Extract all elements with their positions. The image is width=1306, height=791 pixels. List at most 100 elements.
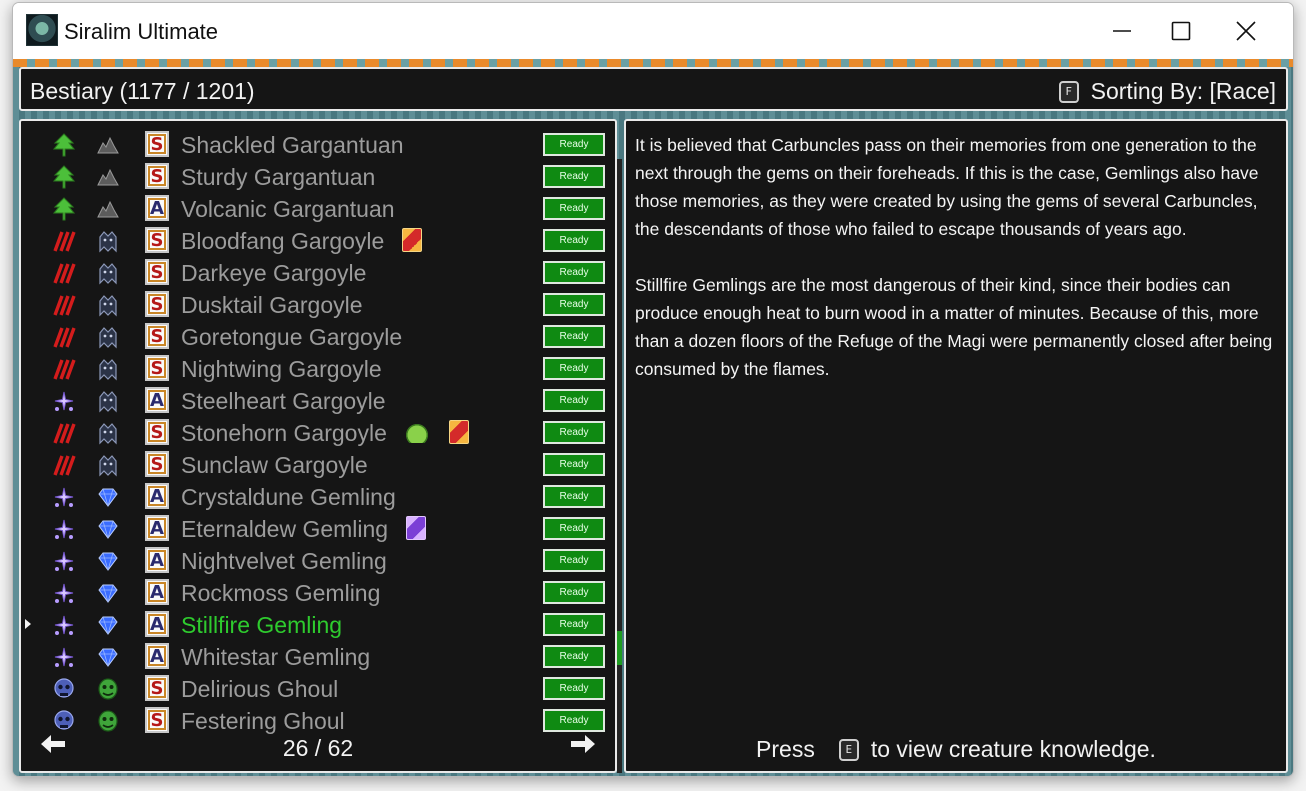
tier-badge-icon: S <box>145 707 169 733</box>
tier-badge-icon: S <box>145 291 169 317</box>
ready-badge: Ready <box>543 325 605 348</box>
creature-row[interactable]: S Sunclaw Gargoyle Ready <box>21 448 615 480</box>
chaos-claw-icon <box>52 357 76 381</box>
ready-badge: Ready <box>543 613 605 636</box>
ready-badge: Ready <box>543 645 605 668</box>
tier-letter: S <box>150 293 164 315</box>
lore-paragraph: Stillfire Gemlings are the most dangerou… <box>635 275 1273 379</box>
creature-row[interactable]: A Crystaldune Gemling Ready <box>21 480 615 512</box>
list-scrollbar-thumb[interactable] <box>617 631 622 665</box>
tier-badge-icon: A <box>145 547 169 573</box>
tier-letter: A <box>150 613 164 635</box>
chaos-claw-icon <box>52 421 76 445</box>
tier-badge-icon: A <box>145 195 169 221</box>
creature-row[interactable]: S Goretongue Gargoyle Ready <box>21 320 615 352</box>
close-button[interactable] <box>1217 3 1275 59</box>
tier-badge-icon: S <box>145 355 169 381</box>
game-viewport: Bestiary (1177 / 1201) F Sorting By: [Ra… <box>13 59 1293 776</box>
sorcery-sparkle-icon <box>52 581 76 605</box>
keyboard-key-icon: E <box>838 738 859 761</box>
ready-badge: Ready <box>543 357 605 380</box>
creature-name: Crystaldune Gemling <box>181 484 396 510</box>
title-bar[interactable]: Siralim Ultimate <box>13 3 1293 59</box>
selection-cursor-icon <box>25 619 31 629</box>
gargoyle-icon <box>96 293 120 317</box>
minimize-icon <box>1113 30 1131 32</box>
ready-badge: Ready <box>543 261 605 284</box>
ready-badge: Ready <box>543 197 605 220</box>
creature-row[interactable]: A Rockmoss Gemling Ready <box>21 576 615 608</box>
arrow-right-icon[interactable] <box>569 733 597 755</box>
tier-letter: A <box>150 645 164 667</box>
tier-letter: A <box>150 485 164 507</box>
tier-letter: A <box>150 549 164 571</box>
app-icon <box>26 14 58 46</box>
gargoyle-icon <box>96 357 120 381</box>
sorcery-sparkle-icon <box>52 645 76 669</box>
creature-name: Stillfire Gemling <box>181 612 343 638</box>
creature-name: Rockmoss Gemling <box>181 580 381 606</box>
chaos-claw-icon <box>52 261 76 285</box>
nature-tree-icon <box>52 197 76 221</box>
creature-row[interactable]: S Stonehorn Gargoyle Ready <box>21 416 615 448</box>
creature-row[interactable]: S Darkeye Gargoyle Ready <box>21 256 615 288</box>
red-card-icon <box>402 228 423 252</box>
creature-row[interactable]: A Whitestar Gemling Ready <box>21 640 615 672</box>
sorcery-sparkle-icon <box>52 485 76 509</box>
creature-name: Volcanic Gargantuan <box>181 196 395 222</box>
maximize-button[interactable] <box>1152 3 1210 59</box>
ready-badge: Ready <box>543 581 605 604</box>
tier-badge-icon: S <box>145 323 169 349</box>
creature-row[interactable]: S Shackled Gargantuan Ready <box>21 128 615 160</box>
tier-letter: S <box>150 165 164 187</box>
creature-extras <box>404 420 469 444</box>
list-scrollbar[interactable] <box>617 159 622 773</box>
sort-control[interactable]: F Sorting By: [Race] <box>1058 78 1276 105</box>
creature-row[interactable]: A Eternaldew Gemling Ready <box>21 512 615 544</box>
creature-row[interactable]: A Nightvelvet Gemling Ready <box>21 544 615 576</box>
chaos-claw-icon <box>52 453 76 477</box>
sorcery-sparkle-icon <box>52 517 76 541</box>
page-indicator: 26 / 62 <box>282 735 354 761</box>
tier-badge-icon: S <box>145 675 169 701</box>
gem-icon <box>96 549 120 573</box>
ready-badge: Ready <box>543 389 605 412</box>
creature-name: Stonehorn Gargoyle <box>181 420 387 446</box>
gem-icon <box>96 581 120 605</box>
tier-letter: S <box>150 229 164 251</box>
chaos-claw-icon <box>52 229 76 253</box>
creature-row[interactable]: S Bloodfang Gargoyle Ready <box>21 224 615 256</box>
ready-badge: Ready <box>543 485 605 508</box>
tier-badge-icon: A <box>145 387 169 413</box>
creature-row[interactable]: A Volcanic Gargantuan Ready <box>21 192 615 224</box>
tier-letter: S <box>150 133 164 155</box>
ready-badge: Ready <box>543 133 605 156</box>
tier-letter: A <box>150 581 164 603</box>
minimize-button[interactable] <box>1093 3 1151 59</box>
creature-name: Delirious Ghoul <box>181 676 339 702</box>
creature-name: Eternaldew Gemling <box>181 516 389 542</box>
creature-row[interactable]: A Stillfire Gemling Ready <box>21 608 615 640</box>
app-window: Siralim Ultimate Bestiary (1177 / 1201) … <box>12 2 1294 777</box>
rock-pile-icon <box>96 165 120 189</box>
creature-row[interactable]: S Sturdy Gargantuan Ready <box>21 160 615 192</box>
creature-name: Darkeye Gargoyle <box>181 260 367 286</box>
creature-row[interactable]: A Steelheart Gargoyle Ready <box>21 384 615 416</box>
ready-badge: Ready <box>543 421 605 444</box>
tier-letter: A <box>150 197 164 219</box>
gargoyle-icon <box>96 453 120 477</box>
sorcery-sparkle-icon <box>52 613 76 637</box>
ready-badge: Ready <box>543 453 605 476</box>
tier-badge-icon: S <box>145 227 169 253</box>
gargoyle-icon <box>96 261 120 285</box>
ready-badge: Ready <box>543 165 605 188</box>
creature-row[interactable]: S Delirious Ghoul Ready <box>21 672 615 704</box>
gem-icon <box>96 517 120 541</box>
red-card-icon <box>448 420 469 444</box>
gem-icon <box>96 613 120 637</box>
creature-row[interactable]: S Dusktail Gargoyle Ready <box>21 288 615 320</box>
tier-badge-icon: A <box>145 611 169 637</box>
ghoul-icon <box>96 677 120 701</box>
creature-row[interactable]: S Nightwing Gargoyle Ready <box>21 352 615 384</box>
sorcery-sparkle-icon <box>52 549 76 573</box>
